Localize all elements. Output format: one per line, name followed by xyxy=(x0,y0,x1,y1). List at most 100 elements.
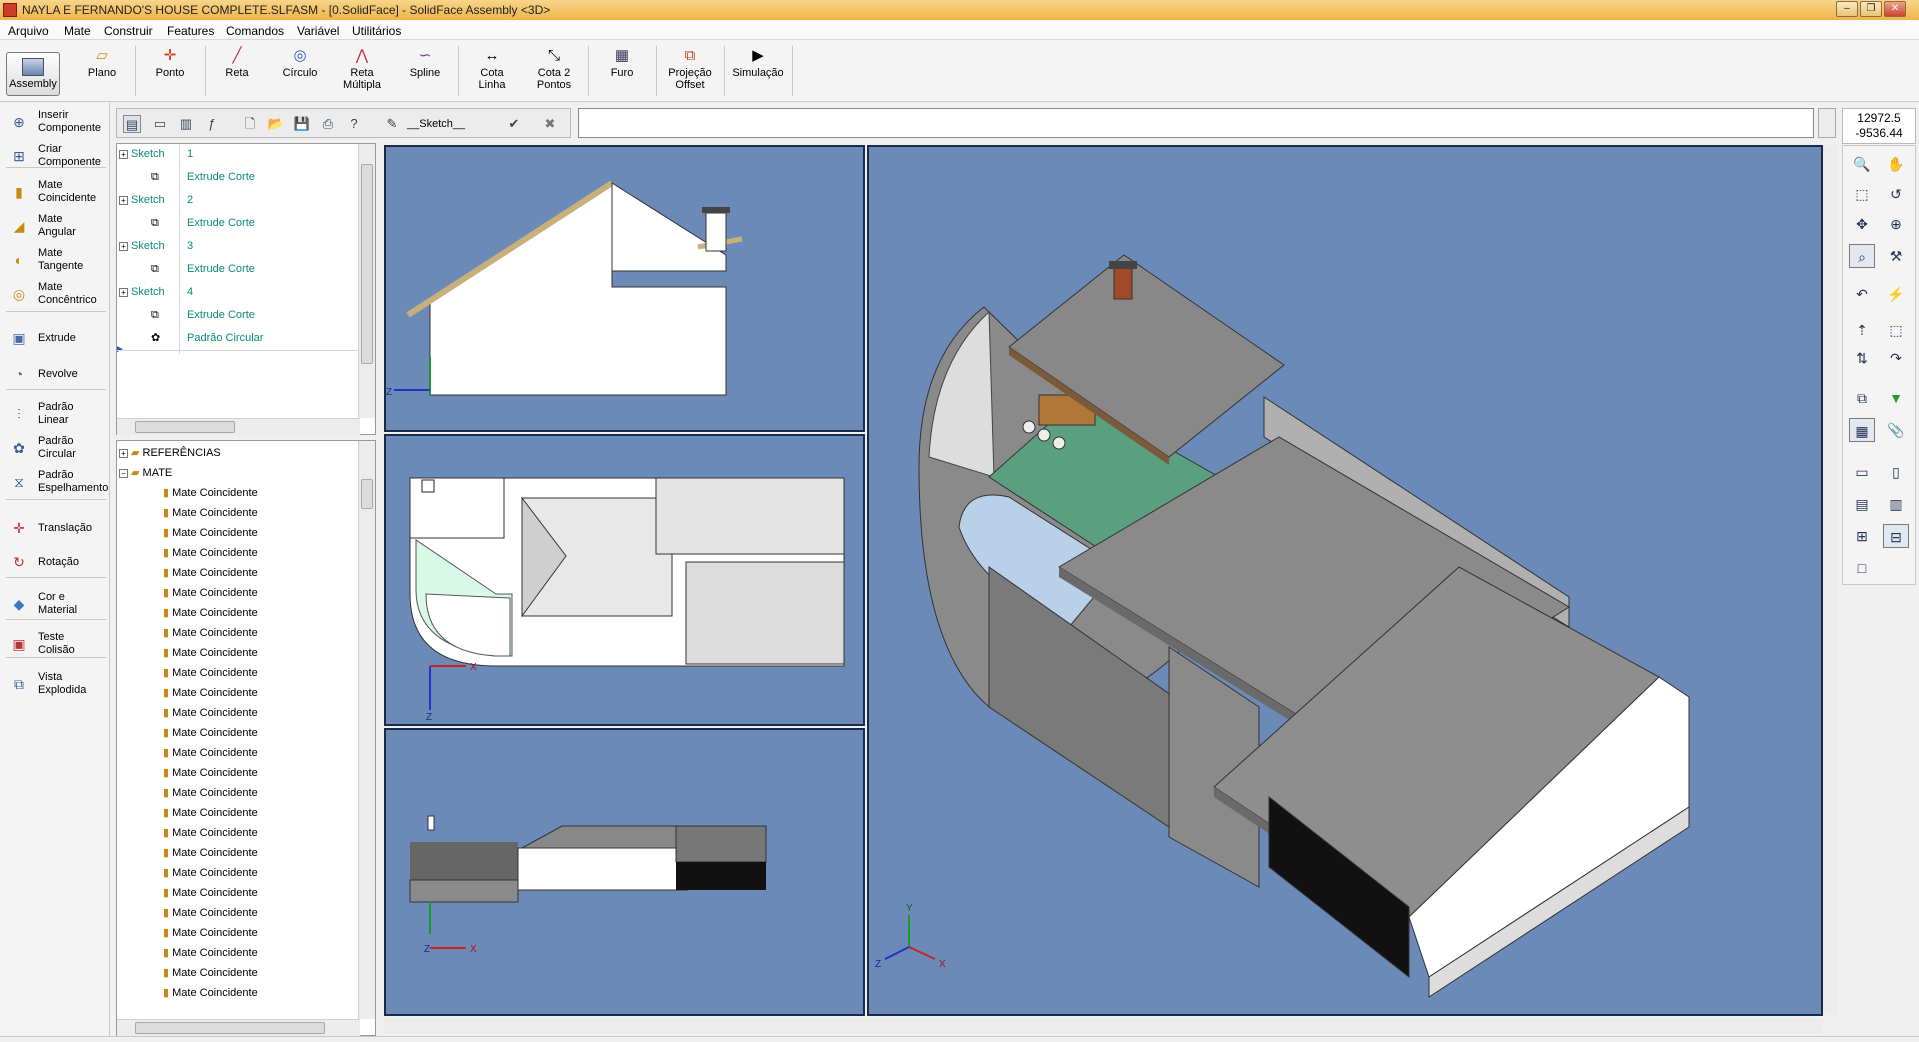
tool-mate-angular[interactable]: ◢ Mate Angular xyxy=(6,211,110,243)
tree-mate-item[interactable]: ▮ Mate Coincidente xyxy=(163,483,258,503)
command-input[interactable] xyxy=(578,108,1814,138)
tree-sketch-node[interactable]: + Sketch 4 xyxy=(119,282,193,302)
redo-icon[interactable]: ↷ xyxy=(1883,346,1909,370)
layout-icon[interactable]: ▦ xyxy=(1849,418,1875,442)
main-vertical-scrollbar[interactable] xyxy=(1823,145,1837,1015)
tree-mate-item[interactable]: ▮ Mate Coincidente xyxy=(163,503,258,523)
close-button[interactable]: ✕ xyxy=(1884,1,1906,17)
tree-mate-item[interactable]: ▮ Mate Coincidente xyxy=(163,623,258,643)
pan-icon[interactable]: ✋ xyxy=(1883,152,1909,176)
main-horizontal-scrollbar[interactable] xyxy=(384,1018,1823,1034)
minimize-button[interactable]: – xyxy=(1836,1,1858,17)
tree-mate-item[interactable]: ▮ Mate Coincidente xyxy=(163,903,258,923)
tree-mate-item[interactable]: ▮ Mate Coincidente xyxy=(163,923,258,943)
viewport-top[interactable]: X Z xyxy=(384,434,865,726)
menu-mate[interactable]: Mate xyxy=(64,24,91,38)
tree-mate-item[interactable]: ▮ Mate Coincidente xyxy=(163,943,258,963)
tree-sketch-node[interactable]: + Sketch 3 xyxy=(119,236,193,256)
tools-icon[interactable]: ⚒ xyxy=(1883,244,1909,268)
viewport-3d[interactable]: Y X Z xyxy=(867,145,1823,1016)
input-scroll[interactable] xyxy=(1818,108,1836,138)
tree-mate-item[interactable]: ▮ Mate Coincidente xyxy=(163,823,258,843)
sketch-edit-icon[interactable]: ✎ xyxy=(383,115,401,133)
confirm-icon[interactable]: ✔ xyxy=(505,115,523,133)
menu-variavel[interactable]: Variável xyxy=(297,24,339,38)
tool-inserir-componente[interactable]: ⊕ Inserir Componente xyxy=(6,107,110,139)
restore-button[interactable]: ❐ xyxy=(1860,1,1882,17)
tree-mate-item[interactable]: ▮ Mate Coincidente xyxy=(163,803,258,823)
layout-2v-icon[interactable]: ▯ xyxy=(1883,460,1909,484)
tool-mate-conc-ntrico[interactable]: ◎ Mate Concêntrico xyxy=(6,279,110,311)
swap-icon[interactable]: ⇅ xyxy=(1849,346,1875,370)
tool-criar-componente[interactable]: ⊞ Criar Componente xyxy=(6,141,110,173)
menu-comandos[interactable]: Comandos xyxy=(226,24,284,38)
layout-3-icon[interactable]: ▤ xyxy=(1849,492,1875,516)
menu-construir[interactable]: Construir xyxy=(104,24,153,38)
tree-mate-item[interactable]: ▮ Mate Coincidente xyxy=(163,663,258,683)
tool-padr-o-espelhamento[interactable]: ⧖ Padrão Espelhamento xyxy=(6,467,110,499)
ponto-button[interactable]: ✛ Ponto xyxy=(150,48,190,102)
function-icon[interactable]: ƒ xyxy=(203,115,221,133)
help-icon[interactable]: ? xyxy=(345,115,363,133)
zoom-window-icon[interactable]: ⬚ xyxy=(1849,182,1875,206)
viewport-front[interactable]: Z xyxy=(384,145,865,432)
new-file-icon[interactable]: 🗋 xyxy=(241,115,259,133)
sketch-name-field[interactable]: __Sketch__ xyxy=(407,118,465,130)
sketch-view-icon[interactable]: ▭ xyxy=(151,115,169,133)
projecao-offset-button[interactable]: ⧉ Projeção Offset xyxy=(664,48,716,102)
furo-button[interactable]: ▦ Furo xyxy=(600,48,644,102)
zoom-in-icon[interactable]: 🔍 xyxy=(1849,152,1875,176)
tool-extrude[interactable]: ▣ Extrude xyxy=(6,323,110,355)
circulo-button[interactable]: ◎ Círculo xyxy=(278,48,322,102)
tree-mate-item[interactable]: ▮ Mate Coincidente xyxy=(163,863,258,883)
print-icon[interactable]: ⎙ xyxy=(319,115,337,133)
tree-mate-item[interactable]: ▮ Mate Coincidente xyxy=(163,883,258,903)
tree-sketch-node[interactable]: + Sketch 1 xyxy=(119,144,193,164)
tree-mate-item[interactable]: ▮ Mate Coincidente xyxy=(163,843,258,863)
simulacao-button[interactable]: ▶ Simulação xyxy=(730,48,786,102)
menu-features[interactable]: Features xyxy=(167,24,214,38)
select-box-icon[interactable]: ⬚ xyxy=(1883,318,1909,342)
table-icon[interactable]: ▥ xyxy=(177,115,195,133)
viewport-side[interactable]: X Z xyxy=(384,728,865,1016)
tree-mate-item[interactable]: ▮ Mate Coincidente xyxy=(163,723,258,743)
tree-mate-item[interactable]: ▮ Mate Coincidente xyxy=(163,543,258,563)
tree-mate-item[interactable]: ▮ Mate Coincidente xyxy=(163,523,258,543)
copy-view-icon[interactable]: ⧉ xyxy=(1849,386,1875,410)
assembly-button[interactable]: Assembly xyxy=(6,52,60,96)
tree-mate-item[interactable]: ▮ Mate Coincidente xyxy=(163,603,258,623)
zoom-all-icon[interactable]: ⌕ xyxy=(1849,244,1875,268)
menu-utilitarios[interactable]: Utilitários xyxy=(352,24,401,38)
open-folder-icon[interactable]: 📂 xyxy=(267,115,285,133)
tree-mate-item[interactable]: ▮ Mate Coincidente xyxy=(163,583,258,603)
spline-button[interactable]: ∽ Spline xyxy=(403,48,447,102)
tree-mate-item[interactable]: ▮ Mate Coincidente xyxy=(163,963,258,983)
tool-transla-o[interactable]: ✛ Translação xyxy=(6,513,110,545)
tree-mate-item[interactable]: ▮ Mate Coincidente xyxy=(163,783,258,803)
zoom-extents-icon[interactable]: ⊕ xyxy=(1883,212,1909,236)
layout-4-icon[interactable]: ⊞ xyxy=(1849,524,1875,548)
layout-3b-icon[interactable]: ▥ xyxy=(1883,492,1909,516)
cota-linha-button[interactable]: ↔ Cota Linha xyxy=(470,48,514,102)
layout-2h-icon[interactable]: ▭ xyxy=(1849,460,1875,484)
undo-icon[interactable]: ↶ xyxy=(1849,282,1875,306)
tool-mate-coincidente[interactable]: ▮ Mate Coincidente xyxy=(6,177,110,209)
tool-padr-o-linear[interactable]: ⫶ Padrão Linear xyxy=(6,399,110,431)
lightning-icon[interactable]: ⚡ xyxy=(1883,282,1909,306)
tree-mate-item[interactable]: ▮ Mate Coincidente xyxy=(163,983,258,1003)
save-icon[interactable]: 💾 xyxy=(293,115,311,133)
tool-cor-e-material[interactable]: ◆ Cor e Material xyxy=(6,589,110,621)
tool-rota-o[interactable]: ↻ Rotação xyxy=(6,547,110,579)
tree-node-mate[interactable]: − ▰ MATE xyxy=(119,463,172,483)
tree-view-icon[interactable]: ▤ xyxy=(123,115,141,133)
tool-teste-colis-o[interactable]: ▣ Teste Colisão xyxy=(6,629,110,661)
tree-mate-item[interactable]: ▮ Mate Coincidente xyxy=(163,643,258,663)
reta-multipla-button[interactable]: ⋀ Reta Múltipla xyxy=(340,48,384,102)
zoom-previous-icon[interactable]: ↺ xyxy=(1883,182,1909,206)
tree-mate-item[interactable]: ▮ Mate Coincidente xyxy=(163,683,258,703)
tree-node-referencias[interactable]: + ▰ REFERÊNCIAS xyxy=(119,443,221,463)
layout-4b-icon[interactable]: ⊟ xyxy=(1883,524,1909,548)
tree-sketch-node[interactable]: + Sketch 2 xyxy=(119,190,193,210)
tool-revolve[interactable]: ◔ Revolve xyxy=(6,359,110,391)
plano-button[interactable]: ▱ Plano xyxy=(82,48,122,102)
